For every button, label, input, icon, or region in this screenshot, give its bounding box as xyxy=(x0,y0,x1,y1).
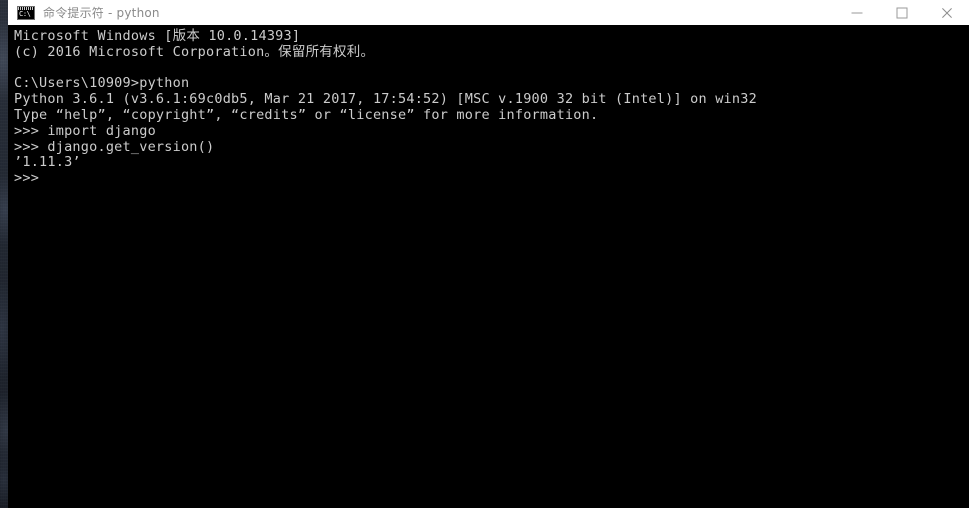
maximize-icon xyxy=(896,7,907,18)
console-line: >>> xyxy=(14,170,40,187)
console-line: ’1.11.3’ xyxy=(14,154,81,171)
title-bar[interactable]: C:\ 命令提示符 - python xyxy=(8,0,969,25)
maximize-button[interactable] xyxy=(879,0,924,25)
minimize-icon xyxy=(851,12,862,13)
console-line: Python 3.6.1 (v3.6.1:69c0db5, Mar 21 201… xyxy=(14,91,757,108)
console-line: Microsoft Windows [版本 10.0.14393] xyxy=(14,28,301,44)
console-line: >>> import django xyxy=(14,122,156,139)
cmd-icon-prompt-text: C:\ xyxy=(19,9,31,18)
close-icon xyxy=(940,6,953,19)
cmd-icon: C:\ xyxy=(17,5,35,20)
window-title: 命令提示符 - python xyxy=(43,6,160,20)
console-line: >>> django.get_version() xyxy=(14,138,215,155)
console-line: C:\Users\10909>python xyxy=(14,75,190,92)
console-output-area[interactable]: Microsoft Windows [版本 10.0.14393] (c) 201… xyxy=(8,25,969,508)
console-line: (c) 2016 Microsoft Corporation。保留所有权利。 xyxy=(14,43,375,60)
console-line: Type “help”, “copyright”, “credits” or “… xyxy=(14,106,599,123)
command-prompt-window[interactable]: C:\ 命令提示符 - python Microsoft Windows [版本… xyxy=(8,0,969,508)
window-controls[interactable] xyxy=(834,0,969,25)
console-text: Microsoft Windows [版本 10.0.14393] (c) 201… xyxy=(14,28,969,187)
close-button[interactable] xyxy=(924,0,969,25)
minimize-button[interactable] xyxy=(834,0,879,25)
